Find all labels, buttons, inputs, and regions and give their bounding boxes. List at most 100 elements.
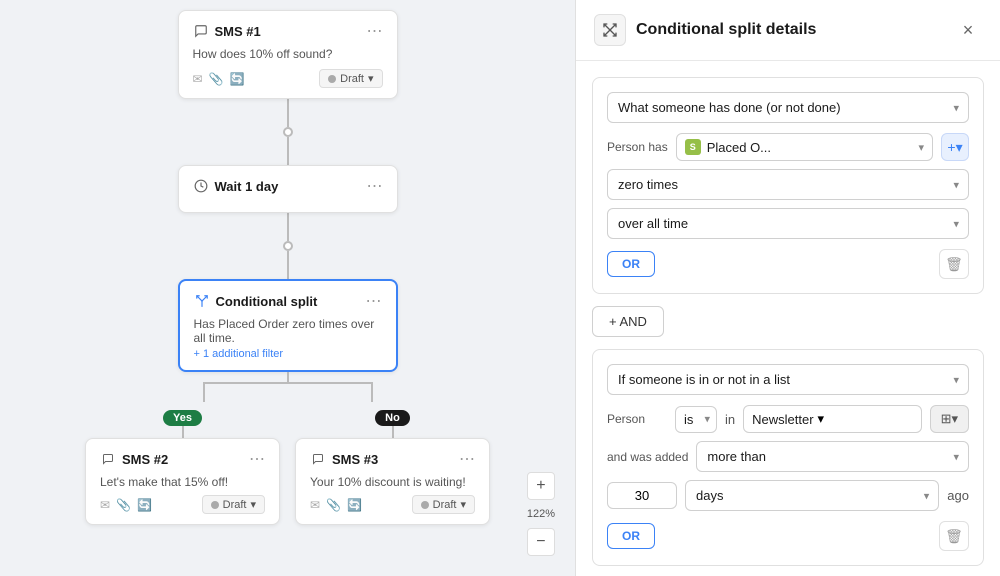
days-number-input[interactable] <box>607 482 677 509</box>
block2-person-row: Person is in Newsletter ▾ ⊞▾ <box>607 405 969 433</box>
sms1-draft-badge[interactable]: Draft ▾ <box>319 69 382 88</box>
newsletter-chevron-icon: ▾ <box>818 411 825 427</box>
block2-or-button[interactable]: OR <box>607 523 655 549</box>
draft-dot <box>328 75 336 83</box>
panel-icon <box>594 14 626 46</box>
plus-icon: +▾ <box>947 139 962 156</box>
conditional-title: Conditional split <box>216 294 318 309</box>
block1-period-row: over all time <box>607 208 969 239</box>
block1-times-row: zero times <box>607 169 969 200</box>
block1-person-row: Person has S Placed O... ▾ +▾ <box>607 133 969 161</box>
add-filter-button[interactable]: +▾ <box>941 133 969 161</box>
sms1-content: How does 10% off sound? <box>193 47 383 61</box>
block2-number-row: days ago <box>607 480 969 511</box>
sms2-content: Let's make that 15% off! <box>100 475 265 489</box>
connector-2 <box>287 137 289 165</box>
conditional-content: Has Placed Order zero times over all tim… <box>194 317 382 345</box>
wait-node: Wait 1 day ⋯ <box>178 165 398 213</box>
close-button[interactable]: × <box>954 16 982 44</box>
condition-block-2: If someone is in or not in a list Person… <box>592 349 984 566</box>
newsletter-text: Newsletter <box>752 412 813 427</box>
connector-1 <box>287 99 289 127</box>
block1-delete-button[interactable]: 🗑 <box>939 249 969 279</box>
zoom-out-button[interactable]: − <box>527 528 555 556</box>
times-select[interactable]: zero times <box>607 169 969 200</box>
block1-or-button[interactable]: OR <box>607 251 655 277</box>
sms1-menu[interactable]: ⋯ <box>367 21 383 41</box>
conditional-menu[interactable]: ⋯ <box>366 291 382 311</box>
zoom-in-button[interactable]: + <box>527 472 555 500</box>
and-button-1[interactable]: + AND <box>592 306 664 337</box>
person-has-label: Person has <box>607 140 668 154</box>
branch-connector <box>118 372 458 402</box>
sms3-draft-badge[interactable]: Draft ▾ <box>412 495 475 514</box>
more-than-select[interactable]: more than <box>696 441 969 472</box>
block1-or-delete-row: OR 🗑 <box>607 249 969 279</box>
times-select-wrapper[interactable]: zero times <box>607 169 969 200</box>
wait-title: Wait 1 day <box>215 179 279 194</box>
zoom-controls: + 122% − <box>527 472 555 556</box>
additional-filter: + 1 additional filter <box>194 348 382 360</box>
sms-icon <box>193 23 209 39</box>
was-added-label: and was added <box>607 450 688 464</box>
sms2-title: SMS #2 <box>122 452 168 467</box>
yes-badge: Yes <box>163 410 202 426</box>
connector-4 <box>287 251 289 279</box>
days-select[interactable]: days <box>685 480 939 511</box>
block2-or-delete-row: OR 🗑 <box>607 521 969 551</box>
period-select[interactable]: over all time <box>607 208 969 239</box>
sms3-node: SMS #3 ⋯ Your 10% discount is waiting! ✉… <box>295 438 490 525</box>
sms1-icons: ✉📎🔄 <box>193 72 245 86</box>
newsletter-select[interactable]: Newsletter ▾ <box>743 405 921 433</box>
connector-3 <box>287 213 289 241</box>
condition-block-1: What someone has done (or not done) Pers… <box>592 77 984 294</box>
sms3-icons: ✉📎🔄 <box>310 498 362 512</box>
no-badge: No <box>375 410 410 426</box>
funnel-icon: ⊞▾ <box>941 411 958 427</box>
zoom-level: 122% <box>527 508 555 520</box>
connector-dot-1 <box>283 127 293 137</box>
sms3-content: Your 10% discount is waiting! <box>310 475 475 489</box>
block2-was-added-row: and was added more than <box>607 441 969 472</box>
sms3-menu[interactable]: ⋯ <box>459 449 475 469</box>
branch-nodes: Yes SMS #2 ⋯ Let's make that 15% off! <box>85 410 490 525</box>
block1-main-select[interactable]: What someone has done (or not done) <box>607 92 969 123</box>
sms2-menu[interactable]: ⋯ <box>249 449 265 469</box>
split-icon <box>194 293 210 309</box>
period-select-wrapper[interactable]: over all time <box>607 208 969 239</box>
trash-icon: 🗑 <box>945 256 963 273</box>
block2-main-select-wrapper[interactable]: If someone is in or not in a list <box>607 364 969 395</box>
flow-canvas: SMS #1 ⋯ How does 10% off sound? ✉📎🔄 Dra… <box>0 0 575 576</box>
shopify-placed-select[interactable]: S Placed O... ▾ <box>676 133 933 161</box>
no-branch: No SMS #3 ⋯ Your 10% discount is waiting… <box>295 410 490 525</box>
wait-menu[interactable]: ⋯ <box>367 176 383 196</box>
more-than-select-wrapper[interactable]: more than <box>696 441 969 472</box>
conditional-node: Conditional split ⋯ Has Placed Order zer… <box>178 279 398 372</box>
ago-label: ago <box>947 488 969 503</box>
panel-title: Conditional split details <box>636 21 816 39</box>
sms2-draft-badge[interactable]: Draft ▾ <box>202 495 265 514</box>
block2-main-select[interactable]: If someone is in or not in a list <box>607 364 969 395</box>
sms3-icon <box>310 451 326 467</box>
is-select-wrapper[interactable]: is <box>675 406 717 433</box>
shopify-select-text: Placed O... <box>707 140 913 155</box>
panel-header: Conditional split details × <box>576 0 1000 61</box>
funnel-button[interactable]: ⊞▾ <box>930 405 969 433</box>
details-panel: Conditional split details × What someone… <box>575 0 1000 576</box>
sms1-title: SMS #1 <box>215 24 261 39</box>
sms2-node: SMS #2 ⋯ Let's make that 15% off! ✉📎🔄 Dr… <box>85 438 280 525</box>
in-label: in <box>725 412 735 427</box>
shopify-logo: S <box>685 139 701 155</box>
panel-body: What someone has done (or not done) Pers… <box>576 61 1000 576</box>
clock-icon <box>193 178 209 194</box>
sms2-icons: ✉📎🔄 <box>100 498 152 512</box>
block1-main-select-wrapper[interactable]: What someone has done (or not done) <box>607 92 969 123</box>
yes-branch: Yes SMS #2 ⋯ Let's make that 15% off! <box>85 410 280 525</box>
block2-delete-button[interactable]: 🗑 <box>939 521 969 551</box>
sms3-title: SMS #3 <box>332 452 378 467</box>
days-select-wrapper[interactable]: days <box>685 480 939 511</box>
sms1-node: SMS #1 ⋯ How does 10% off sound? ✉📎🔄 Dra… <box>178 10 398 99</box>
is-select[interactable]: is <box>675 406 717 433</box>
trash-icon-2: 🗑 <box>945 528 963 545</box>
connector-dot-2 <box>283 241 293 251</box>
